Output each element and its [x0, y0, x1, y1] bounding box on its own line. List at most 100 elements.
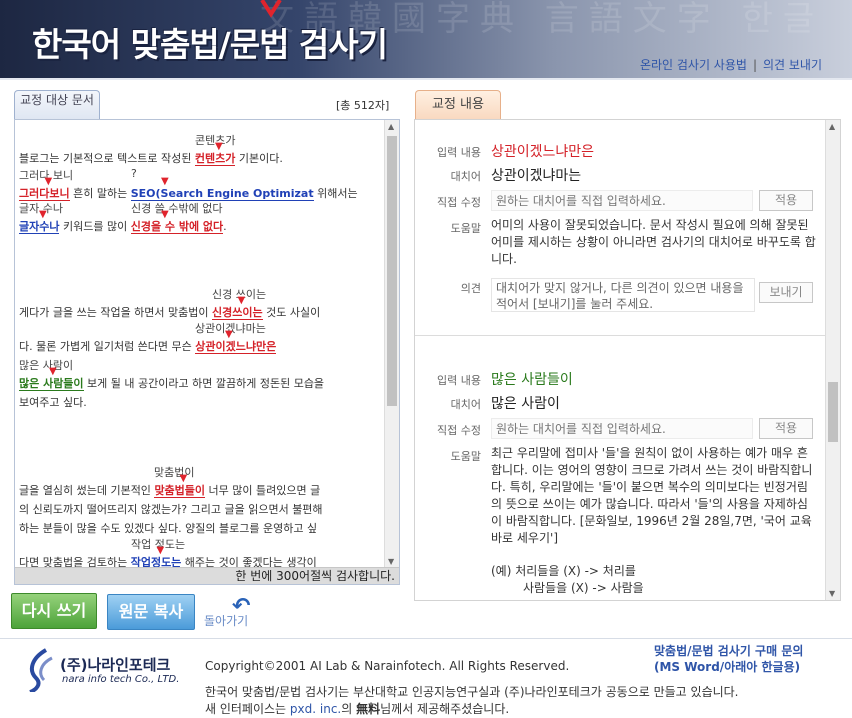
help-label: 도움말	[450, 222, 481, 235]
corrections-panel: 입력 내용 상관이겠느냐만은 대치어 상관이겠냐마는 직접 수정 적용 도움말 …	[414, 119, 841, 601]
top-nav: 온라인 검사기 사용법 | 의견 보내기	[0, 50, 852, 78]
credit-name: 無料	[356, 702, 381, 716]
header-divider	[0, 78, 852, 80]
feedback-link[interactable]: 의견 보내기	[763, 58, 822, 72]
apply-button[interactable]: 적용	[759, 190, 813, 211]
correction-caret-icon: ▼	[49, 366, 57, 377]
corrections-scrollbar[interactable]: ▲ ▼	[825, 120, 840, 600]
direct-edit-label: 직접 수정	[437, 424, 481, 437]
back-label: 돌아가기	[204, 614, 249, 628]
flagged-word[interactable]: SEO(Search Engine Optimizat	[130, 187, 314, 201]
document-line: 블로그는 기본적으로 텍스트로 작성된 컨텐츠가 기본이다.	[19, 150, 283, 166]
suggestion-label: 많은 사람이	[19, 359, 74, 372]
replacement-label: 대치어	[450, 398, 481, 411]
correction-caret-icon: ▼	[179, 473, 188, 484]
apply-button[interactable]: 적용	[759, 418, 813, 439]
scroll-down-icon[interactable]: ▼	[388, 557, 394, 566]
correction-caret-icon: ▼	[161, 209, 169, 220]
direct-edit-input[interactable]	[491, 190, 753, 211]
scrollbar-thumb[interactable]	[387, 136, 397, 406]
help-text: 어미의 사용이 잘못되었습니다. 문서 작성시 필요에 의해 잘못된 어미를 제…	[491, 218, 816, 266]
flagged-word[interactable]: 맞춤법들이	[154, 484, 206, 498]
original-word: 많은 사람들이	[491, 372, 573, 388]
original-word: 상관이겠느냐만은	[491, 144, 595, 160]
opinion-label: 의견	[460, 282, 481, 295]
document-text: 하는 분들이 많을 수도 있겠다 싶다. 양질의 블로그를 운영하고 싶	[19, 522, 318, 535]
correction-caret-icon: ▼	[215, 141, 223, 152]
flagged-word[interactable]: 상관이겠느냐만은	[195, 340, 277, 354]
scroll-down-icon[interactable]: ▼	[829, 589, 835, 598]
correction-caret-icon: ▼	[225, 329, 233, 340]
scrollbar-thumb[interactable]	[828, 382, 838, 442]
document-line: 의 신뢰도까지 떨어뜨리지 않겠는가? 그리고 글을 읽으면서 불편해	[19, 501, 323, 517]
tab-source-document[interactable]: 교정 대상 문서	[14, 90, 100, 120]
credit-part: 님께서 제공해주셨습니다.	[380, 702, 510, 716]
company-name-en: nara info tech Co., LTD.	[62, 674, 180, 685]
correction-caret-icon: ▼	[156, 545, 165, 556]
replacement-label: 대치어	[450, 170, 481, 183]
input-label: 입력 내용	[437, 374, 481, 387]
document-text: 다. 물론 가볍게 일기처럼 쓴다면 무슨	[19, 340, 196, 353]
interface-credit: 새 인터페이스는 pxd. inc.의 無料님께서 제공해주셨습니다.	[205, 700, 509, 717]
input-label: 입력 내용	[437, 146, 481, 159]
help-link[interactable]: 온라인 검사기 사용법	[640, 58, 747, 72]
opinion-input[interactable]: 대치어가 맞지 않거나, 다른 의견이 있으면 내용을 적어서 [보내기]를 눌…	[491, 278, 755, 312]
document-text: 기본이다.	[235, 152, 283, 165]
flagged-word[interactable]: 많은 사람들이	[19, 377, 84, 391]
document-line: 그러다보니 흔히 말하는 SEO(Search Engine Optimizat…	[19, 185, 358, 201]
source-document-text[interactable]: 블로그는 기본적으로 텍스트로 작성된 컨텐츠가 기본이다. 콘텐츠가 ▼ 그러다보니…	[19, 124, 383, 568]
suggestion-label: 신경 쓸 수밖에 없다	[131, 202, 223, 215]
credit-part: 의	[341, 702, 357, 716]
flagged-word[interactable]: 신경을 수 밖에 없다	[130, 220, 224, 234]
document-line: 하는 분들이 많을 수도 있겠다 싶다. 양질의 블로그를 운영하고 싶	[19, 520, 317, 536]
flagged-word[interactable]: 그러다보니	[19, 187, 70, 201]
replacement-word[interactable]: 상관이겠냐마는	[491, 165, 581, 185]
check-limit-status: 한 번에 300어절씩 검사합니다.	[15, 567, 399, 584]
direct-edit-label: 직접 수정	[437, 196, 481, 209]
suggestion-label: 맞춤법이	[154, 466, 195, 479]
correction-mark-icon	[260, 0, 282, 18]
credit-part: 새 인터페이스는	[205, 702, 290, 716]
rewrite-button[interactable]: 다시 쓰기	[11, 593, 97, 629]
credit-text: 한국어 맞춤법/문법 검사기는 부산대학교 인공지능연구실과 (주)나라인포테크…	[205, 685, 739, 699]
document-line: 보여주고 싶다.	[19, 394, 87, 410]
scroll-up-icon[interactable]: ▲	[388, 122, 394, 131]
character-count: [총 512자]	[336, 99, 390, 112]
copy-original-button[interactable]: 원문 복사	[107, 594, 195, 630]
document-text: 것도 사실이	[262, 306, 321, 319]
document-line: 게다가 글을 쓰는 작업을 하면서 맞춤법이 신경쓰이는 것도 사실이	[19, 304, 320, 320]
document-line: 글을 열심히 썼는데 기본적인 맞춤법들이 너무 많이 틀려있으면 글	[19, 482, 320, 498]
document-text: 위해서는	[313, 187, 358, 200]
purchase-inquiry-line[interactable]: (MS Word/아래아 한글용)	[654, 659, 803, 675]
pxd-link[interactable]: pxd. inc.	[290, 702, 341, 716]
company-logo: (주)나라인포테크 nara info tech Co., LTD.	[22, 648, 192, 692]
flagged-word[interactable]: 글자수나	[19, 220, 60, 234]
document-text: 의 신뢰도까지 떨어뜨리지 않겠는가? 그리고 글을 읽으면서 불편해	[19, 503, 323, 516]
document-text: 흔히 말하는	[69, 187, 131, 200]
nav-separator: |	[752, 58, 757, 72]
document-text: 글을 열심히 썼는데 기본적인	[19, 484, 155, 497]
company-name: (주)나라인포테크	[60, 656, 171, 674]
flagged-word[interactable]: 신경쓰이는	[212, 306, 263, 320]
direct-edit-input[interactable]	[491, 418, 753, 439]
document-line: 글자수나 키워드를 많이 신경을 수 밖에 없다.	[19, 218, 227, 234]
back-button[interactable]: ↶ 돌아가기	[204, 594, 266, 630]
help-example: 사람들을 (X) -> 사람을	[523, 581, 644, 595]
document-line: 다. 물론 가볍게 일기처럼 쓴다면 무슨 상관이겠느냐만은	[19, 338, 277, 354]
entry-divider	[415, 335, 825, 336]
header-banner: 文語韓國字典 言語文字 한글 한국어 맞춤법/문법 검사기 온라인 검사기 사용…	[0, 0, 852, 78]
purchase-inquiry-line[interactable]: 맞춤법/문법 검사기 구매 문의	[654, 643, 803, 659]
document-text: 보여주고 싶다.	[19, 396, 87, 409]
purchase-inquiry-link[interactable]: 맞춤법/문법 검사기 구매 문의 (MS Word/아래아 한글용)	[654, 643, 803, 675]
scroll-up-icon[interactable]: ▲	[829, 122, 835, 131]
tab-corrections[interactable]: 교정 내용	[415, 90, 501, 120]
replacement-word[interactable]: 많은 사람이	[491, 393, 560, 413]
flagged-word[interactable]: 컨텐츠가	[194, 152, 236, 166]
document-text: 키워드를 많이	[59, 220, 131, 233]
correction-caret-icon: ▼	[39, 209, 47, 220]
send-opinion-button[interactable]: 보내기	[759, 282, 813, 303]
correction-caret-icon: ▼	[161, 176, 169, 187]
document-line: 많은 사람들이 보게 될 내 공간이라고 하면 깔끔하게 정돈된 모습을	[19, 375, 324, 391]
correction-caret-icon: ▼	[237, 295, 246, 306]
source-scrollbar[interactable]: ▲ ▼	[384, 120, 399, 568]
